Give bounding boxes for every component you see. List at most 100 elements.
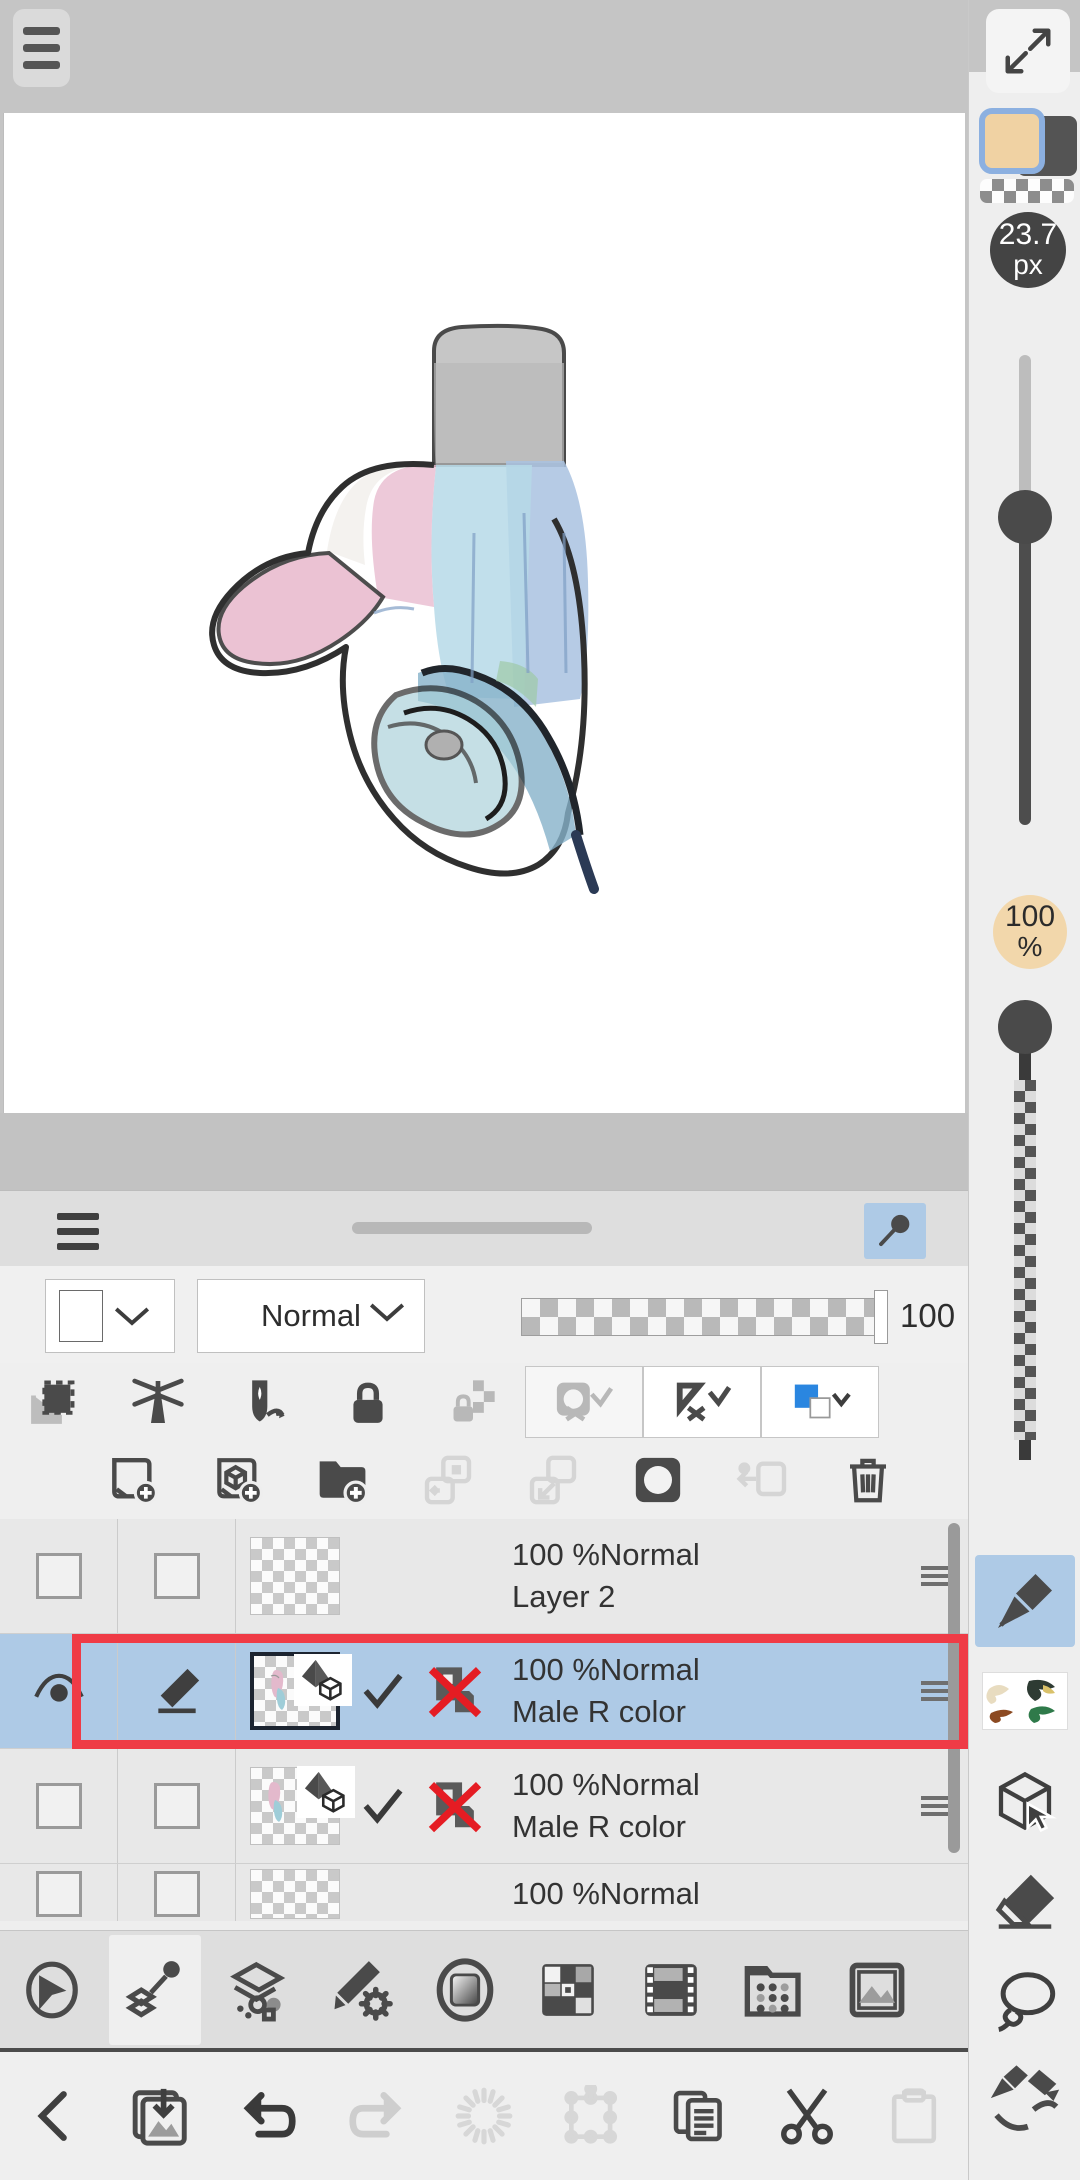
draw-checkbox[interactable] bbox=[153, 1553, 200, 1599]
layer-folder-disabled-icon[interactable] bbox=[412, 1749, 498, 1863]
save-image-icon[interactable] bbox=[108, 2050, 216, 2180]
layers-panel-header bbox=[0, 1191, 968, 1266]
alpha-lock-icon[interactable] bbox=[420, 1363, 525, 1441]
layer-draw-toggle[interactable] bbox=[118, 1519, 236, 1633]
visibility-checkbox[interactable] bbox=[35, 1870, 82, 1917]
filmstrip-icon[interactable] bbox=[619, 1931, 722, 2049]
layer-opacity-knob[interactable] bbox=[874, 1290, 888, 1344]
palette-swatches-icon[interactable] bbox=[516, 1931, 619, 2049]
layer-toolbar-row-2 bbox=[0, 1441, 968, 1519]
pen-eraser-swap-tool[interactable] bbox=[975, 2055, 1075, 2147]
opacity-slider-knob[interactable] bbox=[998, 1000, 1052, 1054]
layer-visibility-toggle[interactable] bbox=[0, 1634, 118, 1748]
3d-layer-badge bbox=[294, 1654, 352, 1706]
symmetry-ruler-icon[interactable] bbox=[105, 1363, 210, 1441]
layer-blend-info: 100 %Normal bbox=[512, 1652, 700, 1687]
drawing-canvas[interactable] bbox=[3, 113, 965, 1113]
table-row[interactable]: 100 %Normal Male R color bbox=[0, 1749, 968, 1864]
pen-tool[interactable] bbox=[975, 1555, 1075, 1647]
layer-thumbnail-wrapper[interactable] bbox=[236, 1749, 355, 1863]
layer-list-scrollbar[interactable] bbox=[948, 1523, 960, 1853]
opacity-indicator[interactable]: 100 % bbox=[993, 895, 1067, 969]
transfer-layer-icon[interactable] bbox=[725, 1444, 800, 1516]
selection-source-icon[interactable] bbox=[210, 1363, 315, 1441]
layer-list[interactable]: 100 %Normal Layer 2 100 %Normal Male R c… bbox=[0, 1519, 968, 1921]
menu-line bbox=[921, 1689, 951, 1693]
canvas-bottom-strip bbox=[0, 1113, 968, 1190]
duplicate-layer-icon[interactable] bbox=[410, 1444, 485, 1516]
layers-menu-icon[interactable] bbox=[57, 1213, 99, 1250]
lasso-tool[interactable] bbox=[975, 1955, 1075, 2047]
brush-size-slider[interactable] bbox=[998, 355, 1052, 825]
materials-folder-icon[interactable] bbox=[722, 1931, 825, 2049]
layer-thumbnail[interactable] bbox=[250, 1868, 340, 1919]
layer-draw-toggle[interactable] bbox=[118, 1864, 236, 1921]
ruler-none-icon[interactable] bbox=[643, 1366, 761, 1438]
color-wheel-icon[interactable] bbox=[413, 1931, 516, 2049]
add-folder-icon[interactable] bbox=[305, 1444, 380, 1516]
layer-visibility-toggle[interactable] bbox=[0, 1749, 118, 1863]
transform-icon[interactable] bbox=[538, 2050, 646, 2180]
layer-visibility-toggle[interactable] bbox=[0, 1519, 118, 1633]
layer-thumbnail[interactable] bbox=[250, 1766, 355, 1845]
draw-checkbox[interactable] bbox=[153, 1870, 200, 1917]
panel-drag-handle[interactable] bbox=[352, 1222, 592, 1234]
delete-layer-icon[interactable] bbox=[830, 1444, 905, 1516]
paste-clipboard-icon[interactable] bbox=[861, 2050, 969, 2180]
image-import-icon[interactable] bbox=[825, 1931, 928, 2049]
undo-icon[interactable] bbox=[215, 2050, 323, 2180]
layer-draw-toggle[interactable] bbox=[118, 1634, 236, 1748]
selection-tool-icon[interactable] bbox=[0, 1931, 103, 2049]
table-row[interactable]: 100 %Normal Layer 2 bbox=[0, 1519, 968, 1634]
lock-layer-icon[interactable] bbox=[315, 1363, 420, 1441]
layer-thumbnail-wrapper[interactable] bbox=[236, 1519, 354, 1633]
blend-mode-select[interactable]: Normal bbox=[197, 1279, 425, 1353]
layer-folder-disabled-icon[interactable] bbox=[412, 1634, 498, 1748]
pin-button-wrapper[interactable] bbox=[864, 1193, 951, 1265]
brush-size-slider-knob[interactable] bbox=[998, 490, 1052, 544]
pin-icon[interactable] bbox=[864, 1203, 926, 1259]
add-layer-icon[interactable] bbox=[95, 1444, 170, 1516]
layer-thumbnail[interactable] bbox=[250, 1652, 352, 1730]
layer-options-menu-icon[interactable] bbox=[904, 1864, 968, 1921]
clipping-mask-icon[interactable] bbox=[0, 1363, 105, 1441]
brush-size-indicator[interactable]: 23.7 px bbox=[990, 212, 1066, 288]
expand-diagonal-icon[interactable] bbox=[986, 9, 1070, 93]
draw-checkbox[interactable] bbox=[153, 1783, 200, 1829]
redo-icon[interactable] bbox=[323, 2050, 431, 2180]
hamburger-menu-icon[interactable] bbox=[13, 9, 70, 87]
layer-color-picker[interactable] bbox=[45, 1279, 175, 1353]
brush-settings-icon[interactable] bbox=[310, 1931, 413, 2049]
layer-thumbnail-wrapper[interactable] bbox=[236, 1634, 354, 1748]
mask-circle-icon[interactable] bbox=[620, 1444, 695, 1516]
layers-panel-icon[interactable] bbox=[109, 1934, 201, 2045]
visibility-checkbox[interactable] bbox=[35, 1553, 82, 1599]
checkerboard-transparency-icon[interactable] bbox=[980, 179, 1074, 203]
add-3d-layer-icon[interactable] bbox=[200, 1444, 275, 1516]
copy-icon[interactable] bbox=[645, 2050, 753, 2180]
foreground-color-swatch[interactable] bbox=[979, 108, 1045, 174]
mask-none-icon[interactable] bbox=[525, 1366, 643, 1438]
check-icon bbox=[363, 1673, 403, 1709]
eraser-tool[interactable] bbox=[975, 1855, 1075, 1947]
eye-icon[interactable] bbox=[30, 1672, 88, 1710]
color-swatches[interactable] bbox=[977, 108, 1077, 176]
layer-opacity-slider[interactable] bbox=[521, 1298, 886, 1336]
layer-options-icon[interactable] bbox=[207, 1931, 310, 2049]
visibility-checkbox[interactable] bbox=[35, 1783, 82, 1829]
blur-icon[interactable] bbox=[430, 2050, 538, 2180]
layer-thumbnail[interactable] bbox=[250, 1537, 340, 1615]
layer-draw-toggle[interactable] bbox=[118, 1749, 236, 1863]
merge-down-icon[interactable] bbox=[515, 1444, 590, 1516]
material-image bbox=[982, 1672, 1068, 1730]
cut-scissors-icon[interactable] bbox=[753, 2050, 861, 2180]
back-icon[interactable] bbox=[0, 2050, 108, 2180]
layer-visibility-toggle[interactable] bbox=[0, 1864, 118, 1921]
material-thumbnail[interactable] bbox=[975, 1655, 1075, 1747]
layer-color-icon[interactable] bbox=[761, 1366, 879, 1438]
table-row[interactable]: 100 %Normal Male R color bbox=[0, 1634, 968, 1749]
pen-edit-icon[interactable] bbox=[149, 1663, 205, 1719]
3d-select-tool[interactable] bbox=[975, 1755, 1075, 1847]
layer-thumbnail-wrapper[interactable] bbox=[236, 1864, 354, 1921]
table-row[interactable]: 100 %Normal bbox=[0, 1864, 968, 1921]
